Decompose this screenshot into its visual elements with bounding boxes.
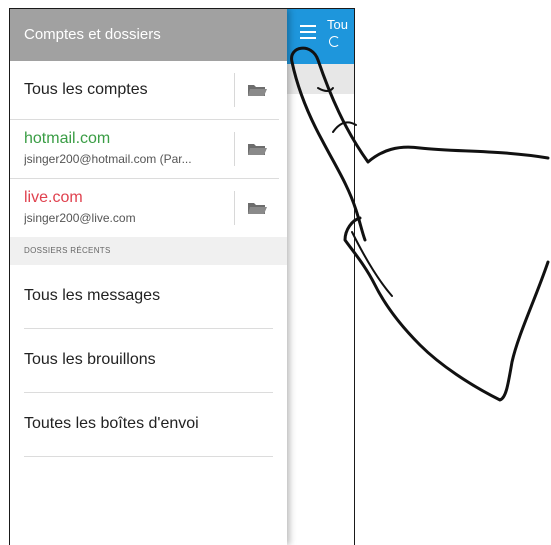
folder-label: Toutes les boîtes d'envoi [24, 415, 199, 432]
app-header: Tou [287, 9, 354, 64]
folder-label: Tous les brouillons [24, 351, 156, 368]
folder-icon[interactable] [247, 83, 267, 97]
section-label-recent-folders: DOSSIERS RÉCENTS [10, 237, 287, 265]
account-title: Tous les comptes [24, 81, 148, 98]
phone-screen: Tou Comptes et dossiers Tous les comptes… [9, 8, 355, 545]
underlying-app: Tou [287, 9, 354, 545]
recent-folder-item[interactable]: Tous les brouillons [24, 329, 273, 393]
row-divider [234, 132, 235, 166]
folder-icon[interactable] [247, 201, 267, 215]
account-row-hotmail[interactable]: hotmail.com jsinger200@hotmail.com (Par.… [10, 120, 279, 179]
recent-folder-item[interactable]: Tous les messages [24, 265, 273, 329]
drawer-title: Comptes et dossiers [10, 9, 287, 61]
recent-folder-item[interactable]: Toutes les boîtes d'envoi [24, 393, 273, 457]
folder-label: Tous les messages [24, 287, 161, 304]
account-email: jsinger200@hotmail.com (Par... [24, 152, 192, 166]
row-divider [234, 73, 235, 107]
account-row-all[interactable]: Tous les comptes [10, 61, 279, 120]
account-row-live[interactable]: live.com jsinger200@live.com [10, 179, 279, 237]
app-subbar [287, 64, 354, 94]
hamburger-menu-icon[interactable] [300, 25, 316, 39]
row-divider [234, 191, 235, 225]
account-title: hotmail.com [24, 130, 111, 147]
account-email: jsinger200@live.com [24, 211, 136, 225]
folder-icon[interactable] [247, 142, 267, 156]
navigation-drawer: Comptes et dossiers Tous les comptes hot… [10, 9, 287, 545]
app-title: Tou [327, 17, 348, 32]
account-title: live.com [24, 189, 83, 206]
sync-icon[interactable] [329, 36, 340, 47]
